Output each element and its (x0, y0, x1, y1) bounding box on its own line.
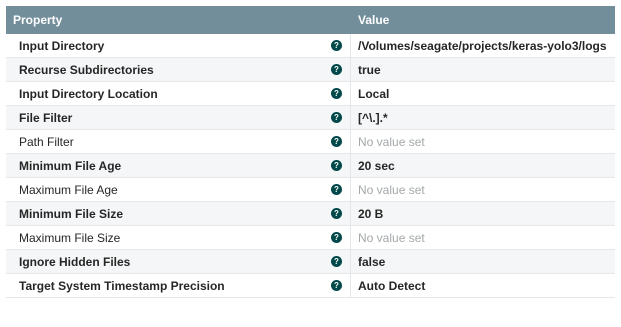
property-name: Minimum File Size (19, 206, 124, 221)
properties-table: Property Value Input Directory?/Volumes/… (6, 6, 615, 298)
property-cell: Maximum File Age? (6, 178, 351, 201)
property-cell: Path Filter? (6, 130, 351, 153)
property-cell: Input Directory Location? (6, 82, 351, 105)
property-value[interactable]: Auto Detect (351, 274, 615, 297)
table-row[interactable]: Target System Timestamp Precision? Auto D… (6, 274, 615, 298)
property-name: Maximum File Age (19, 182, 118, 197)
help-icon[interactable]: ? (331, 136, 342, 147)
help-icon[interactable]: ? (331, 88, 342, 99)
table-row[interactable]: Input Directory?/Volumes/seagate/project… (6, 34, 615, 58)
property-value[interactable]: false (351, 250, 615, 273)
table-row[interactable]: File Filter? [^\.].* (6, 106, 615, 130)
property-value[interactable]: /Volumes/seagate/projects/keras-yolo3/lo… (351, 34, 615, 57)
help-icon[interactable]: ? (331, 64, 342, 75)
table-header: Property Value (6, 6, 615, 34)
property-name: Input Directory (19, 38, 105, 53)
help-icon[interactable]: ? (331, 256, 342, 267)
help-icon[interactable]: ? (331, 208, 342, 219)
table-row[interactable]: Recurse Subdirectories? true (6, 58, 615, 82)
property-name: File Filter (19, 110, 73, 125)
property-value[interactable]: No value set (351, 130, 615, 153)
help-icon[interactable]: ? (331, 280, 342, 291)
property-cell: File Filter? (6, 106, 351, 129)
property-value[interactable]: true (351, 58, 615, 81)
table-row[interactable]: Input Directory Location? Local (6, 82, 615, 106)
property-value[interactable]: No value set (351, 226, 615, 249)
property-name: Maximum File Size (19, 230, 121, 245)
table-row[interactable]: Minimum File Age? 20 sec (6, 154, 615, 178)
help-icon[interactable]: ? (331, 112, 342, 123)
property-cell: Ignore Hidden Files? (6, 250, 351, 273)
table-row[interactable]: Path Filter? No value set (6, 130, 615, 154)
property-value[interactable]: No value set (351, 178, 615, 201)
property-value[interactable]: 20 sec (351, 154, 615, 177)
property-name: Path Filter (19, 134, 74, 149)
property-cell: Minimum File Size? (6, 202, 351, 225)
property-cell: Input Directory? (6, 34, 351, 57)
property-cell: Recurse Subdirectories? (6, 58, 351, 81)
property-cell: Minimum File Age? (6, 154, 351, 177)
table-row[interactable]: Ignore Hidden Files? false (6, 250, 615, 274)
help-icon[interactable]: ? (331, 40, 342, 51)
property-cell: Maximum File Size? (6, 226, 351, 249)
property-cell: Target System Timestamp Precision? (6, 274, 351, 297)
property-name: Minimum File Age (19, 158, 122, 173)
property-name: Target System Timestamp Precision (19, 278, 225, 293)
help-icon[interactable]: ? (331, 232, 342, 243)
help-icon[interactable]: ? (331, 160, 342, 171)
column-header-property[interactable]: Property (6, 6, 351, 34)
property-value[interactable]: [^\.].* (351, 106, 615, 129)
table-body: Input Directory?/Volumes/seagate/project… (6, 34, 615, 298)
table-row[interactable]: Maximum File Age? No value set (6, 178, 615, 202)
help-icon[interactable]: ? (331, 184, 342, 195)
table-row[interactable]: Minimum File Size? 20 B (6, 202, 615, 226)
property-value[interactable]: 20 B (351, 202, 615, 225)
property-value[interactable]: Local (351, 82, 615, 105)
property-name: Recurse Subdirectories (19, 62, 154, 77)
table-row[interactable]: Maximum File Size? No value set (6, 226, 615, 250)
column-header-value[interactable]: Value (351, 6, 615, 34)
property-name: Ignore Hidden Files (19, 254, 131, 269)
property-name: Input Directory Location (19, 86, 158, 101)
